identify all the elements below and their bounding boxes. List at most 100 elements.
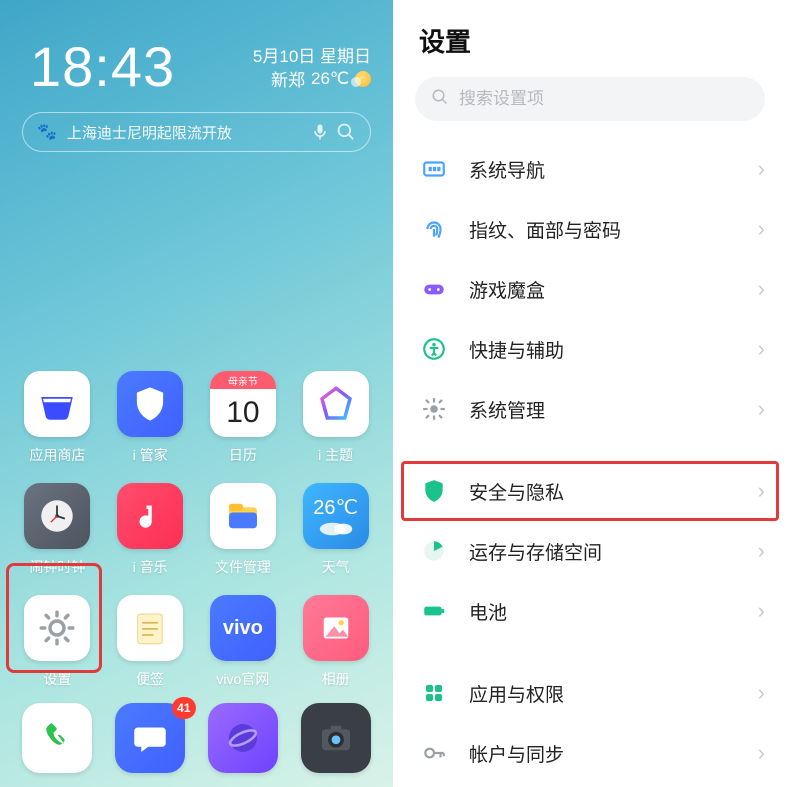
item-label: 系统管理 bbox=[469, 396, 758, 423]
app-label: 文件管理 bbox=[215, 557, 271, 577]
item-label: 电池 bbox=[469, 598, 758, 625]
item-label: 系统导航 bbox=[469, 156, 758, 183]
app-i-manager[interactable]: i 管家 bbox=[111, 371, 190, 465]
app-label: 相册 bbox=[322, 669, 350, 689]
calendar-icon: 母亲节 10 bbox=[210, 371, 276, 437]
calendar-subtitle: 母亲节 bbox=[210, 371, 276, 389]
vivosite-icon: vivo bbox=[210, 595, 276, 661]
settings-item-account[interactable]: 帐户与同步 › bbox=[393, 723, 787, 783]
app-label: vivo官网 bbox=[216, 669, 269, 689]
chevron-right-icon: › bbox=[758, 276, 765, 302]
clock-icon bbox=[24, 483, 90, 549]
settings-search-input[interactable] bbox=[459, 89, 749, 109]
camera-icon bbox=[301, 703, 371, 773]
item-label: 游戏魔盒 bbox=[469, 276, 758, 303]
nav-icon bbox=[419, 154, 449, 184]
app-app-store[interactable]: vivo 应用商店 bbox=[18, 371, 97, 465]
apps-icon bbox=[419, 678, 449, 708]
shield-icon bbox=[419, 476, 449, 506]
app-weather[interactable]: 26℃ 天气 bbox=[296, 483, 375, 577]
settings-item-security[interactable]: 安全与隐私 › bbox=[393, 461, 787, 521]
group-separator bbox=[393, 641, 787, 663]
weather-icon: 26℃ bbox=[303, 483, 369, 549]
settings-item-nav[interactable]: 系统导航 › bbox=[393, 139, 787, 199]
app-label: 闹钟时钟 bbox=[29, 557, 85, 577]
settings-menu: 系统导航 › 指纹、面部与密码 › 游戏魔盒 › 快捷与辅助 › 系统管理 › … bbox=[393, 135, 787, 787]
phone-icon bbox=[22, 703, 92, 773]
settings-search[interactable] bbox=[415, 77, 765, 121]
dock-camera[interactable] bbox=[296, 703, 375, 773]
app-label: 设置 bbox=[43, 669, 71, 689]
app-i-theme[interactable]: i 主题 bbox=[296, 371, 375, 465]
settings-item-battery[interactable]: 电池 › bbox=[393, 581, 787, 641]
clock-time: 18:43 bbox=[30, 34, 175, 99]
chevron-right-icon: › bbox=[758, 156, 765, 182]
weather-location: 新郑 bbox=[271, 66, 305, 91]
weather-tile-temp: 26℃ bbox=[313, 495, 358, 520]
app-clock[interactable]: 闹钟时钟 bbox=[18, 483, 97, 577]
chevron-right-icon: › bbox=[758, 478, 765, 504]
date-label: 5月10日 星期日 bbox=[253, 42, 371, 67]
app-notes[interactable]: 便签 bbox=[111, 595, 190, 689]
calendar-day: 10 bbox=[226, 389, 259, 437]
app-files[interactable]: 文件管理 bbox=[204, 483, 283, 577]
chevron-right-icon: › bbox=[758, 538, 765, 564]
settings-item-sysmgmt[interactable]: 系统管理 › bbox=[393, 379, 787, 439]
imusic-icon bbox=[117, 483, 183, 549]
settings-item-shortcut[interactable]: 快捷与辅助 › bbox=[393, 319, 787, 379]
chevron-right-icon: › bbox=[758, 680, 765, 706]
app-i-music[interactable]: i 音乐 bbox=[111, 483, 190, 577]
paw-icon: 🐾 bbox=[37, 122, 57, 142]
fingerprint-icon bbox=[419, 214, 449, 244]
chevron-right-icon: › bbox=[758, 336, 765, 362]
key-icon bbox=[419, 738, 449, 768]
app-label: 日历 bbox=[229, 445, 257, 465]
item-label: 帐户与同步 bbox=[469, 740, 758, 767]
group-separator bbox=[393, 439, 787, 461]
app-label: i 主题 bbox=[318, 445, 353, 465]
weather-mini[interactable]: 新郑 26℃ bbox=[271, 66, 371, 91]
settings-item-apps[interactable]: 应用与权限 › bbox=[393, 663, 787, 723]
chevron-right-icon: › bbox=[758, 396, 765, 422]
dock-browser[interactable] bbox=[204, 703, 283, 773]
appstore-icon: vivo bbox=[24, 371, 90, 437]
app-label: i 音乐 bbox=[133, 557, 168, 577]
item-label: 指纹、面部与密码 bbox=[469, 216, 758, 243]
messages-badge: 41 bbox=[172, 697, 195, 719]
weather-temp: 26℃ bbox=[311, 69, 349, 89]
app-vivo-site[interactable]: vivo vivo官网 bbox=[204, 595, 283, 689]
dock-phone[interactable] bbox=[18, 703, 97, 773]
news-search-bar[interactable]: 🐾 上海迪士尼明起限流开放 bbox=[22, 112, 371, 152]
item-label: 运存与存储空间 bbox=[469, 538, 758, 565]
dock-messages[interactable]: 41 bbox=[111, 703, 190, 773]
sun-icon bbox=[355, 71, 371, 87]
itheme-icon bbox=[303, 371, 369, 437]
item-label: 快捷与辅助 bbox=[469, 336, 758, 363]
news-headline: 上海迪士尼明起限流开放 bbox=[67, 122, 232, 143]
item-label: 应用与权限 bbox=[469, 680, 758, 707]
item-label: 安全与隐私 bbox=[469, 478, 758, 505]
chevron-right-icon: › bbox=[758, 216, 765, 242]
search-icon[interactable] bbox=[336, 122, 356, 142]
voice-icon[interactable] bbox=[310, 122, 330, 142]
battery-icon bbox=[419, 596, 449, 626]
app-label: 天气 bbox=[322, 557, 350, 577]
gear-icon bbox=[419, 394, 449, 424]
settings-screen: 设置 系统导航 › 指纹、面部与密码 › 游戏魔盒 › 快捷与辅助 › bbox=[393, 0, 787, 787]
gamepad-icon bbox=[419, 274, 449, 304]
app-settings[interactable]: 设置 bbox=[18, 595, 97, 689]
app-calendar[interactable]: 母亲节 10 日历 bbox=[204, 371, 283, 465]
accessibility-icon bbox=[419, 334, 449, 364]
notes-icon bbox=[117, 595, 183, 661]
home-screen: 18:43 5月10日 星期日 新郑 26℃ 🐾 上海迪士尼明起限流开放 viv… bbox=[0, 0, 393, 787]
browser-icon bbox=[208, 703, 278, 773]
svg-text:vivo: vivo bbox=[49, 407, 67, 417]
chevron-right-icon: › bbox=[758, 740, 765, 766]
settings-item-storage[interactable]: 运存与存储空间 › bbox=[393, 521, 787, 581]
settings-item-gamebox[interactable]: 游戏魔盒 › bbox=[393, 259, 787, 319]
settings-item-biometrics[interactable]: 指纹、面部与密码 › bbox=[393, 199, 787, 259]
app-gallery[interactable]: 相册 bbox=[296, 595, 375, 689]
settings-icon bbox=[24, 595, 90, 661]
imanager-icon bbox=[117, 371, 183, 437]
app-label: 便签 bbox=[136, 669, 164, 689]
